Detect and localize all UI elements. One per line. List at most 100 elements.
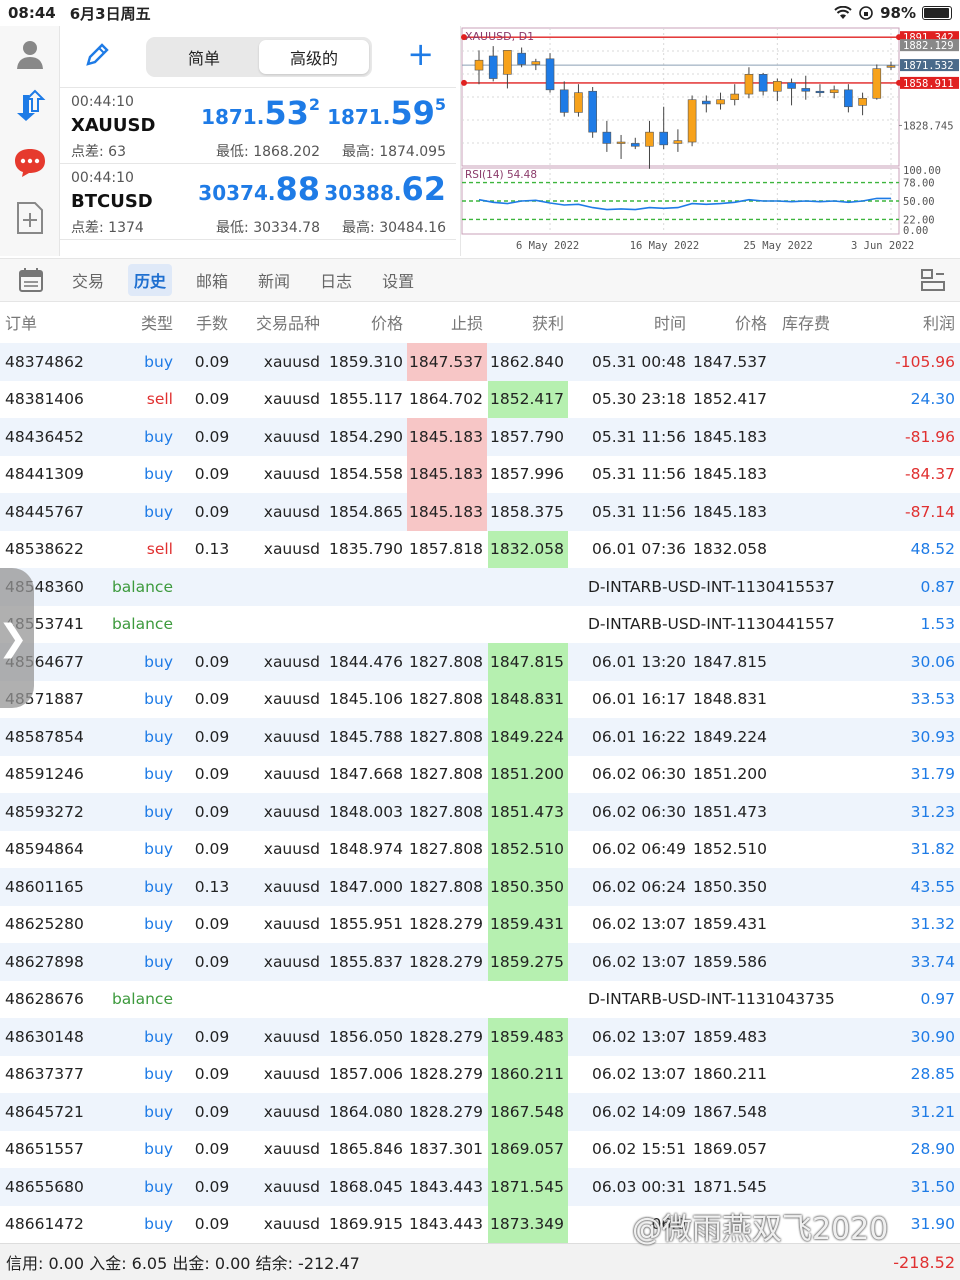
profit: -81.96: [905, 427, 955, 446]
calendar-icon[interactable]: [18, 267, 44, 293]
side-panel-handle[interactable]: ❯: [0, 568, 34, 708]
table-row[interactable]: 48381406 sell 0.09 xauusd 1855.117 1864.702 18…: [0, 380, 960, 419]
open-price: 1865.846: [329, 1140, 403, 1159]
column-header[interactable]: 订单: [5, 302, 105, 342]
table-row[interactable]: 48627898 buy 0.09 xauusd 1855.837 1828.279 185…: [0, 943, 960, 981]
column-header[interactable]: 价格: [325, 302, 403, 342]
symbol: xauusd: [263, 540, 320, 559]
tab-4[interactable]: 日志: [314, 264, 358, 296]
table-row[interactable]: 48538622 sell 0.13 xauusd 1835.790 1857.818 18…: [0, 530, 960, 568]
take-profit: 1847.815: [488, 643, 568, 681]
open-price: 1855.117: [329, 390, 403, 409]
stop-loss: 1857.818: [409, 540, 483, 559]
candle-body: [702, 100, 711, 105]
mode-simple-button[interactable]: 简单: [149, 40, 259, 74]
close-time: 06.02 06:49: [592, 840, 686, 859]
close-time: 06.02 13:07: [592, 915, 686, 934]
symbol: xauusd: [263, 1065, 320, 1084]
order-type: buy: [144, 802, 173, 821]
quote-row-xauusd[interactable]: 00:44:10 XAUUSD 点差: 63 1871.532 1871.595 最低: …: [60, 88, 456, 164]
trade-arrows-icon[interactable]: [10, 86, 50, 126]
table-row[interactable]: 48436452 buy 0.09 xauusd 1854.290 1845.183 185…: [0, 418, 960, 456]
table-row[interactable]: 48651557 buy 0.09 xauusd 1865.846 1837.301 186…: [0, 1130, 960, 1168]
order-type: buy: [144, 840, 173, 859]
bid-price: 1871.532: [201, 94, 320, 132]
column-header[interactable]: 时间: [590, 302, 686, 342]
order-type: buy: [144, 1140, 173, 1159]
volume: 0.09: [194, 727, 230, 746]
layout-toggle-icon[interactable]: [920, 268, 946, 292]
table-row[interactable]: 48445767 buy 0.09 xauusd 1854.865 1845.183 185…: [0, 493, 960, 531]
table-row[interactable]: 48601165 buy 0.13 xauusd 1847.000 1827.808 185…: [0, 868, 960, 906]
symbol: xauusd: [263, 727, 320, 746]
close-time: 05.30 23:18: [592, 390, 686, 409]
table-row[interactable]: 48630148 buy 0.09 xauusd 1856.050 1828.279 185…: [0, 1018, 960, 1056]
price-chart[interactable]: 1891.3421882.1291871.5321858.9111828.745…: [461, 26, 960, 256]
stop-loss: 1828.279: [409, 1065, 483, 1084]
table-row[interactable]: 48587854 buy 0.09 xauusd 1845.788 1827.808 184…: [0, 718, 960, 756]
stop-loss: 1827.808: [409, 690, 483, 709]
profit: 30.06: [910, 652, 955, 671]
table-row[interactable]: 48564677 buy 0.09 xauusd 1844.476 1827.808 184…: [0, 643, 960, 681]
close-time: 05.31 11:56: [592, 427, 686, 446]
tab-5[interactable]: 设置: [376, 264, 420, 296]
profit: 28.85: [910, 1065, 955, 1084]
chat-icon[interactable]: [10, 142, 50, 182]
new-document-icon[interactable]: [10, 198, 50, 238]
table-row[interactable]: 48591246 buy 0.09 xauusd 1847.668 1827.808 185…: [0, 755, 960, 793]
column-header[interactable]: 类型: [100, 302, 173, 342]
mode-advanced-button[interactable]: 高级的: [259, 39, 369, 74]
tab-3[interactable]: 新闻: [252, 264, 296, 296]
column-header[interactable]: 止损: [407, 302, 487, 342]
stop-loss: 1827.808: [409, 765, 483, 784]
close-time: 06.01 16:22: [592, 727, 686, 746]
table-row[interactable]: 48441309 buy 0.09 xauusd 1854.558 1845.183 185…: [0, 455, 960, 493]
price-label: 1871.532: [903, 60, 954, 72]
profit: 31.79: [910, 765, 955, 784]
order-id: 48538622: [5, 540, 84, 559]
table-row[interactable]: 48594864 buy 0.09 xauusd 1848.974 1827.808 185…: [0, 830, 960, 868]
history-table-body: 48374862 buy 0.09 xauusd 1859.310 1847.537 186…: [0, 343, 960, 1243]
edit-pencil-icon[interactable]: [82, 40, 112, 70]
close-time: 06.02 13:07: [592, 1065, 686, 1084]
close-price: 1845.183: [693, 465, 767, 484]
candle-body: [645, 131, 654, 147]
tab-0[interactable]: 交易: [66, 264, 110, 296]
close-time: 06.03 00:31: [592, 1177, 686, 1196]
stop-loss: 1864.702: [409, 390, 483, 409]
swap: [770, 381, 830, 419]
table-row[interactable]: 48628676 balance D-INTARB-USD-INT-11310437…: [0, 980, 960, 1018]
candle-body: [829, 89, 839, 93]
swap: [770, 943, 830, 981]
quote-row-btcusd[interactable]: 00:44:10 BTCUSD 点差: 1374 30374.88 30388.62 最低…: [60, 164, 456, 240]
column-header[interactable]: 手数: [186, 302, 238, 342]
symbol: xauusd: [263, 1215, 320, 1234]
table-row[interactable]: 48593272 buy 0.09 xauusd 1848.003 1827.808 185…: [0, 793, 960, 831]
account-icon[interactable]: [10, 34, 50, 74]
table-row[interactable]: 48655680 buy 0.09 xauusd 1868.045 1843.443 187…: [0, 1168, 960, 1206]
column-header[interactable]: 价格: [692, 302, 767, 342]
column-header[interactable]: 库存费: [770, 302, 830, 342]
candle-body: [858, 97, 867, 106]
order-type: buy: [144, 690, 173, 709]
volume: 0.09: [194, 390, 230, 409]
column-header[interactable]: 获利: [488, 302, 568, 342]
add-symbol-button[interactable]: +: [407, 38, 434, 70]
column-header[interactable]: 利润: [855, 302, 955, 342]
table-row[interactable]: 48548360 balance D-INTARB-USD-INT-11304155…: [0, 568, 960, 606]
candle-body: [588, 90, 597, 133]
column-header[interactable]: 交易品种: [244, 302, 320, 342]
table-row[interactable]: 48374862 buy 0.09 xauusd 1859.310 1847.537 186…: [0, 343, 960, 381]
chart-panel[interactable]: 1891.342 1882.129 1871.532 1858.911 1828.745…: [460, 26, 960, 256]
tab-1[interactable]: 历史: [128, 264, 173, 296]
table-row[interactable]: 48553741 balance D-INTARB-USD-INT-11304415…: [0, 605, 960, 643]
table-row[interactable]: 48645721 buy 0.09 xauusd 1864.080 1828.279 186…: [0, 1093, 960, 1131]
tab-2[interactable]: 邮箱: [190, 264, 234, 296]
table-row[interactable]: 48625280 buy 0.09 xauusd 1855.951 1828.279 185…: [0, 905, 960, 943]
stop-loss: 1843.443: [409, 1215, 483, 1234]
table-row[interactable]: 48571887 buy 0.09 xauusd 1845.106 1827.808 184…: [0, 680, 960, 718]
table-row[interactable]: 48637377 buy 0.09 xauusd 1857.006 1828.279 186…: [0, 1055, 960, 1093]
close-time: 06.02 13:07: [592, 952, 686, 971]
take-profit: 1857.790: [490, 427, 564, 446]
open-price: 1855.837: [329, 952, 403, 971]
